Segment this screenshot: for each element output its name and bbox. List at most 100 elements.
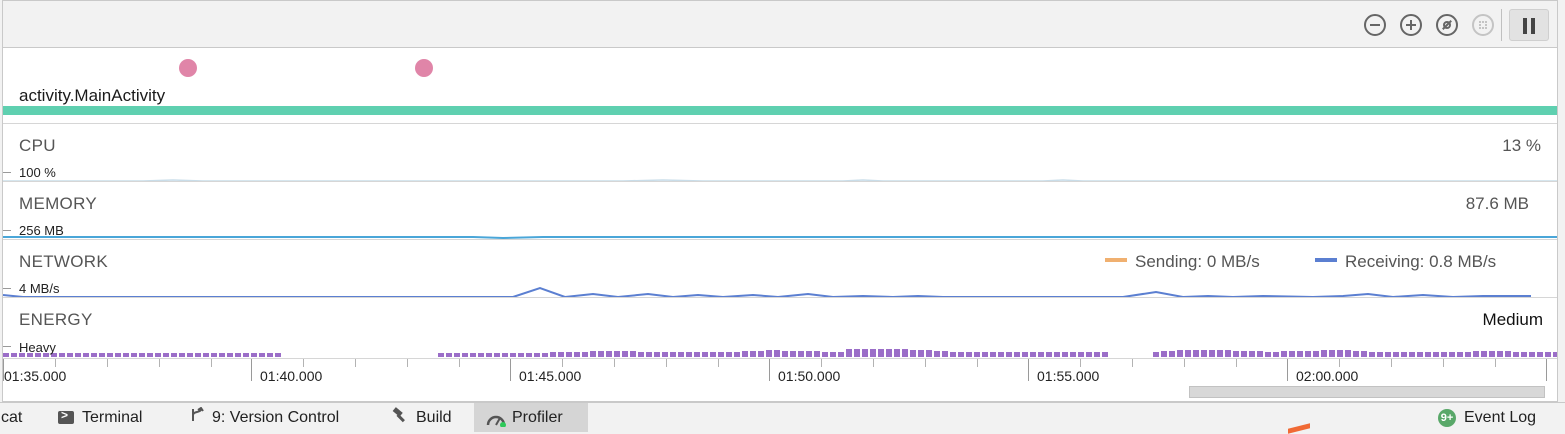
energy-bar	[1473, 351, 1479, 357]
pause-button[interactable]	[1509, 9, 1549, 41]
energy-track[interactable]: ENERGY Heavy Medium	[3, 298, 1557, 359]
energy-bar	[1385, 352, 1391, 357]
network-scale: 4 MB/s	[19, 281, 60, 296]
tab-label: Build	[416, 408, 452, 426]
axis-major-tick	[1287, 359, 1288, 381]
energy-bar	[1529, 352, 1535, 357]
axis-minor-tick	[925, 359, 926, 367]
energy-bar	[1086, 352, 1092, 357]
energy-bar	[99, 353, 105, 357]
energy-bar	[1465, 352, 1471, 357]
energy-bar	[446, 353, 452, 357]
energy-bar	[862, 349, 868, 357]
axis-minor-tick	[1339, 359, 1340, 367]
energy-bar	[910, 350, 916, 357]
energy-bar	[782, 351, 788, 357]
cpu-track[interactable]: CPU 100 % 13 %	[3, 124, 1557, 182]
energy-bar	[814, 351, 820, 357]
terminal-icon	[58, 408, 74, 424]
energy-bar	[1337, 350, 1343, 357]
energy-bar	[1193, 350, 1199, 357]
energy-bar	[83, 353, 89, 357]
axis-minor-tick	[1391, 359, 1392, 367]
tab-terminal[interactable]: Terminal	[48, 403, 152, 432]
energy-bar	[1094, 352, 1100, 357]
tab-logcat[interactable]: cat	[0, 403, 44, 432]
energy-bar	[1209, 350, 1215, 357]
energy-bar	[614, 351, 620, 357]
profiler-panel: activity.MainActivity CPU 100 % 13 % MEM…	[2, 0, 1558, 402]
timeline-scrollbar[interactable]	[1189, 386, 1545, 398]
tab-build[interactable]: Build	[382, 403, 462, 432]
energy-bar	[1225, 350, 1231, 357]
energy-bar	[187, 353, 193, 357]
tab-label: cat	[1, 408, 23, 426]
energy-bar	[686, 352, 692, 357]
axis-minor-tick	[821, 359, 822, 367]
energy-bar	[75, 353, 81, 357]
axis-label: 01:45.000	[519, 368, 582, 384]
energy-bar	[678, 352, 684, 357]
profiler-toolbar	[3, 1, 1557, 48]
energy-bar	[526, 353, 532, 357]
energy-bar	[1345, 350, 1351, 357]
energy-bar	[998, 352, 1004, 357]
energy-bar	[790, 351, 796, 357]
touch-event-dot[interactable]	[179, 59, 197, 77]
energy-bar	[1169, 351, 1175, 357]
energy-bar	[1505, 351, 1511, 357]
network-track[interactable]: NETWORK 4 MB/s Sending: 0 MB/s Receiving…	[3, 240, 1557, 298]
tool-window-bar: cat Terminal 9: Version Control Build Pr…	[0, 402, 1565, 432]
zoom-out-icon[interactable]	[1364, 14, 1386, 36]
energy-bar	[510, 353, 516, 357]
energy-bar	[1401, 352, 1407, 357]
energy-bar	[518, 353, 524, 357]
receiving-swatch	[1315, 257, 1337, 262]
energy-bar	[702, 352, 708, 357]
energy-bar	[1425, 352, 1431, 357]
energy-bar	[990, 352, 996, 357]
energy-bar	[1185, 350, 1191, 357]
energy-bar	[1513, 352, 1519, 357]
axis-minor-tick	[1132, 359, 1133, 367]
energy-bar	[726, 352, 732, 357]
cpu-scale: 100 %	[19, 165, 56, 180]
axis-minor-tick	[107, 359, 108, 367]
tab-profiler[interactable]: Profiler	[474, 403, 588, 432]
energy-bar	[1305, 351, 1311, 357]
event-log-badge: 9+	[1438, 408, 1456, 427]
energy-bar	[1153, 352, 1159, 357]
tab-label: Profiler	[512, 408, 563, 426]
energy-bar	[1006, 352, 1012, 357]
energy-bar	[1022, 352, 1028, 357]
energy-bar	[1369, 352, 1375, 357]
energy-bar	[718, 352, 724, 357]
axis-minor-tick	[211, 359, 212, 367]
energy-bar	[139, 353, 145, 357]
event-log-button[interactable]: 9+ Event Log	[1438, 403, 1546, 432]
energy-bar	[574, 352, 580, 357]
zoom-in-icon[interactable]	[1400, 14, 1422, 36]
energy-bar	[163, 353, 169, 357]
energy-bar	[1281, 351, 1287, 357]
memory-track[interactable]: MEMORY 256 MB 87.6 MB	[3, 182, 1557, 240]
energy-bar	[1449, 352, 1455, 357]
energy-bar	[822, 352, 828, 357]
zoom-to-selection-icon[interactable]	[1472, 14, 1494, 36]
touch-event-dot[interactable]	[415, 59, 433, 77]
energy-bar	[1353, 351, 1359, 357]
toolbar-separator	[1501, 9, 1502, 41]
tab-version-control[interactable]: 9: Version Control	[180, 403, 349, 432]
energy-bar	[107, 353, 113, 357]
reset-zoom-icon[interactable]	[1436, 14, 1458, 36]
energy-bar	[958, 352, 964, 357]
activity-bar[interactable]	[3, 106, 1557, 115]
energy-bar	[1177, 350, 1183, 357]
energy-bar	[894, 349, 900, 357]
energy-bar	[1249, 351, 1255, 357]
energy-bar	[1038, 352, 1044, 357]
energy-bar	[1313, 351, 1319, 357]
axis-minor-tick	[666, 359, 667, 367]
axis-minor-tick	[1495, 359, 1496, 367]
axis-minor-tick	[1236, 359, 1237, 367]
